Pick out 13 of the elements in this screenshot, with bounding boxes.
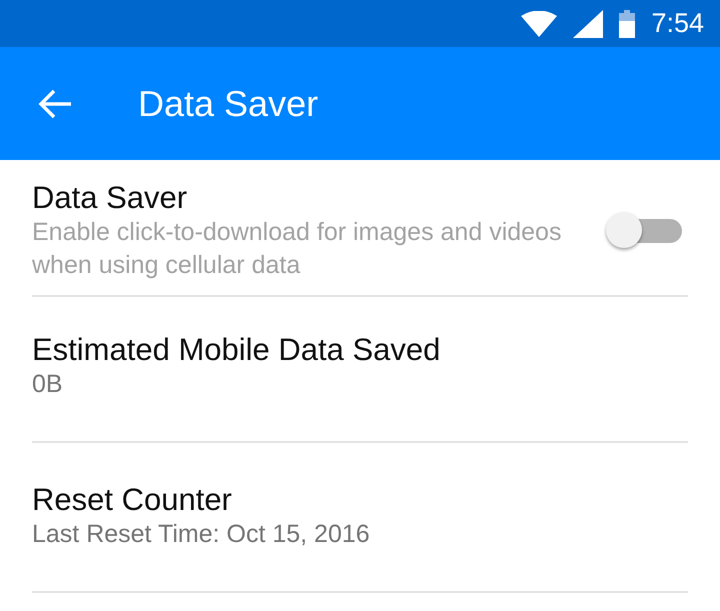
back-icon[interactable] bbox=[38, 88, 72, 118]
setting-title: Data Saver bbox=[32, 179, 188, 216]
setting-title: Estimated Mobile Data Saved bbox=[32, 331, 442, 368]
setting-summary: Enable click-to-download for images and videos when using cellular data bbox=[32, 217, 562, 281]
setting-title: Reset Counter bbox=[32, 480, 233, 518]
signal-icon bbox=[573, 10, 604, 38]
status-time: 7:54 bbox=[651, 7, 704, 40]
toggle-switch[interactable] bbox=[606, 210, 682, 250]
wifi-icon bbox=[521, 10, 558, 36]
battery-icon bbox=[619, 10, 636, 38]
setting-summary: Last Reset Time: Oct 15, 2016 bbox=[32, 519, 371, 550]
screen-title: Data Saver bbox=[138, 82, 318, 126]
setting-summary: 0B bbox=[32, 369, 64, 400]
